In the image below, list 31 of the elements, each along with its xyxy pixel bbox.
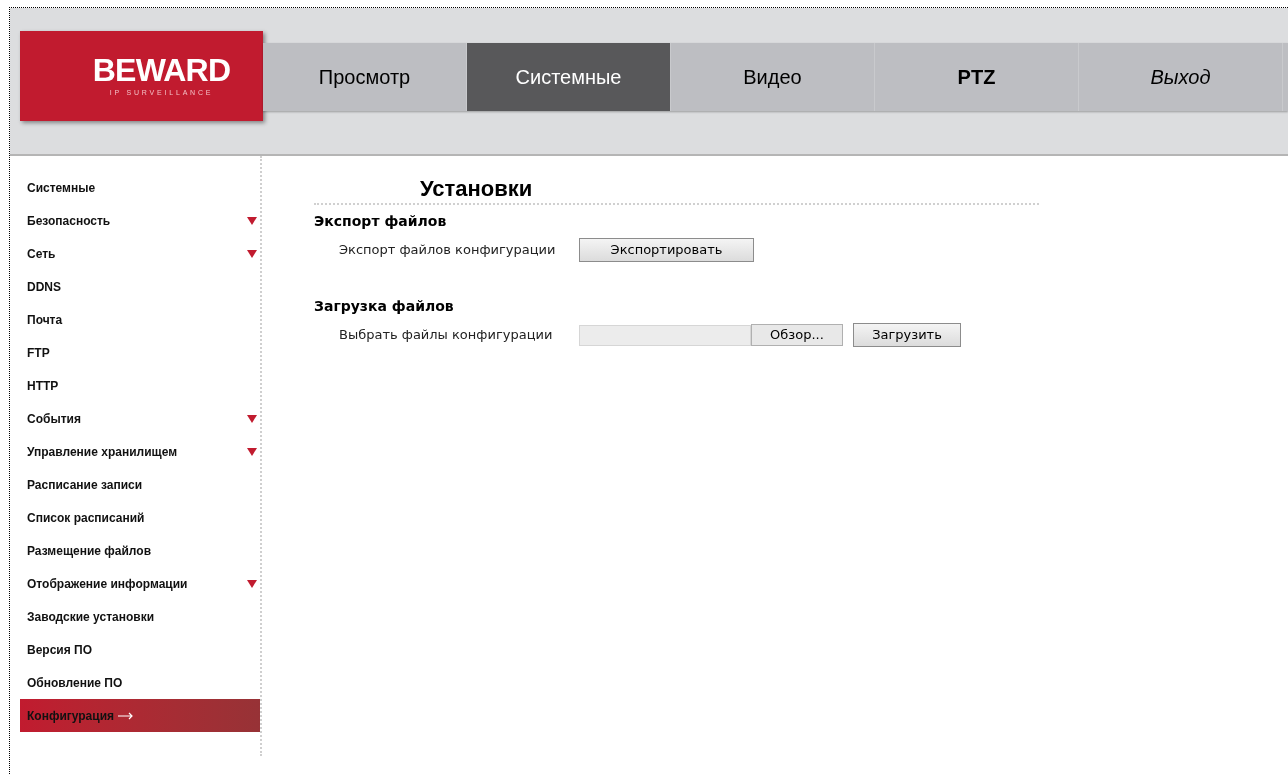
sidebar-item[interactable]: Сеть <box>20 237 260 270</box>
sidebar-item[interactable]: События <box>20 402 260 435</box>
sidebar-item[interactable]: Отображение информации <box>20 567 260 600</box>
field-label: Экспорт файлов конфигурации <box>339 241 557 260</box>
sidebar-item[interactable]: Почта <box>20 303 260 336</box>
sidebar-item[interactable]: DDNS <box>20 270 260 303</box>
sidebar-item[interactable]: Системные <box>20 171 260 204</box>
section-heading: Загрузка файлов <box>314 297 454 316</box>
sidebar-item[interactable]: Список расписаний <box>20 501 260 534</box>
sidebar-item[interactable]: Расписание записи <box>20 468 260 501</box>
sidebar-item[interactable]: Управление хранилищем <box>20 435 260 468</box>
sidebar-item[interactable]: Версия ПО <box>20 633 260 666</box>
nav-tab[interactable]: Выход <box>1079 43 1283 111</box>
page-title: Установки <box>420 176 533 201</box>
section-heading: Экспорт файлов <box>314 212 447 231</box>
sidebar-item[interactable]: Безопасность <box>20 204 260 237</box>
export-button[interactable]: Экспортировать <box>579 238 754 262</box>
sidebar-item[interactable]: Заводские установки <box>20 600 260 633</box>
browse-button[interactable]: Обзор... <box>751 324 843 346</box>
arrow-icon <box>118 711 135 720</box>
upload-button[interactable]: Загрузить <box>853 323 961 347</box>
file-input-field[interactable] <box>579 324 751 346</box>
nav-tab[interactable]: Системные <box>467 43 671 111</box>
field-label: Выбрать файлы конфигурации <box>339 326 554 345</box>
sidebar-item[interactable]: Размещение файлов <box>20 534 260 567</box>
nav-tab[interactable]: PTZ <box>875 43 1079 111</box>
sidebar-item[interactable]: FTP <box>20 336 260 369</box>
logo-name: BEWARD <box>92 53 231 86</box>
sidebar-item[interactable]: HTTP <box>20 369 260 402</box>
sidebar-item[interactable]: Обновление ПО <box>20 666 260 699</box>
nav-tab[interactable]: Видео <box>671 43 875 111</box>
